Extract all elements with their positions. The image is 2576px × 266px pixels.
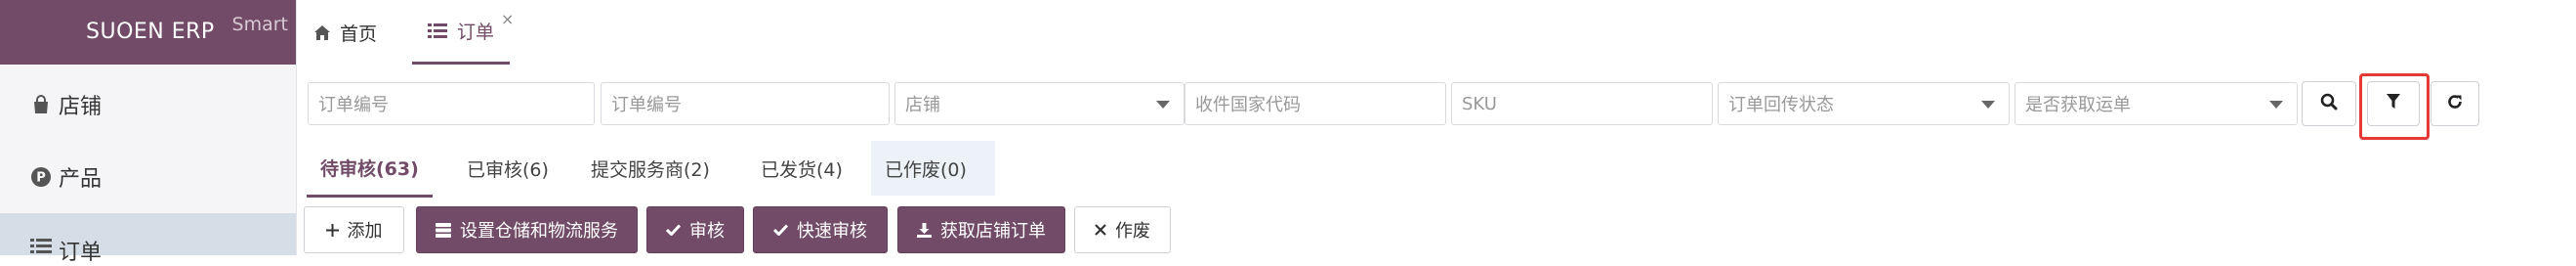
close-icon <box>1095 224 1106 236</box>
filter-button-highlight <box>2359 73 2430 140</box>
home-icon <box>314 24 330 40</box>
product-p-icon: P <box>29 165 53 189</box>
order-number-input-1[interactable]: 订单编号 <box>308 82 595 125</box>
sidebar-item-store[interactable]: 店铺 <box>0 68 296 141</box>
field-placeholder: 是否获取运单 <box>2025 95 2131 115</box>
tab-label: 首页 <box>340 22 378 45</box>
search-icon <box>2320 93 2338 114</box>
refresh-icon <box>2446 93 2464 114</box>
fetch-store-orders-button[interactable]: 获取店铺订单 <box>897 206 1065 253</box>
field-placeholder: 收件国家代码 <box>1195 95 1301 115</box>
brand-name: SUOEN ERP <box>86 20 215 44</box>
plus-icon <box>325 223 339 237</box>
field-placeholder: 店铺 <box>905 95 940 115</box>
quick-review-button[interactable]: 快速审核 <box>753 206 888 253</box>
tab-shipped[interactable]: 已发货(4) <box>747 141 856 196</box>
top-tab-bar: 首页 订单 × <box>297 0 2576 68</box>
list-icon <box>29 235 53 258</box>
tab-voided[interactable]: 已作废(0) <box>871 141 995 196</box>
sidebar: SUOEN ERP Smart 店铺 P 产品 订单 <box>0 0 297 265</box>
sidebar-item-label: 店铺 <box>59 95 103 119</box>
refresh-button[interactable] <box>2431 81 2479 126</box>
download-icon <box>917 222 932 238</box>
review-button[interactable]: 审核 <box>646 206 744 253</box>
check-icon <box>773 224 788 236</box>
sidebar-item-label: 产品 <box>59 167 103 192</box>
order-number-input-2[interactable]: 订单编号 <box>601 82 890 125</box>
check-icon <box>666 224 681 236</box>
field-placeholder: SKU <box>1462 93 1497 114</box>
set-warehouse-logistics-button[interactable]: 设置仓储和物流服务 <box>416 206 638 253</box>
list-icon <box>428 22 447 40</box>
chevron-down-icon <box>1981 101 1995 109</box>
tab-submitted-provider[interactable]: 提交服务商(2) <box>577 141 724 196</box>
search-button[interactable] <box>2302 81 2356 126</box>
callback-status-select[interactable]: 订单回传状态 <box>1718 82 2010 125</box>
brand-header: SUOEN ERP Smart <box>0 0 296 65</box>
sidebar-item-product[interactable]: P 产品 <box>0 141 296 213</box>
button-label: 添加 <box>347 221 383 242</box>
button-label: 审核 <box>689 221 725 242</box>
status-tab-bar: 待审核(63) 已审核(6) 提交服务商(2) 已发货(4) 已作废(0) <box>297 141 2576 198</box>
void-button[interactable]: 作废 <box>1074 206 1171 253</box>
sidebar-item-label: 订单 <box>59 241 103 265</box>
filter-bar: 订单编号 订单编号 店铺 收件国家代码 SKU 订单回传状态 是否获取运单 <box>297 66 2576 142</box>
chevron-down-icon <box>2269 101 2283 109</box>
field-placeholder: 订单回传状态 <box>1728 95 1834 115</box>
sidebar-item-order[interactable]: 订单 <box>0 213 296 265</box>
tab-home[interactable]: 首页 <box>314 0 377 65</box>
list-icon <box>436 222 451 238</box>
brand-badge: Smart <box>231 14 288 35</box>
button-label: 获取店铺订单 <box>940 221 1046 242</box>
store-select[interactable]: 店铺 <box>894 82 1184 125</box>
svg-text:P: P <box>36 171 46 186</box>
add-button[interactable]: 添加 <box>304 206 404 253</box>
chevron-down-icon <box>1156 101 1170 109</box>
field-placeholder: 订单编号 <box>318 95 389 115</box>
country-code-input[interactable]: 收件国家代码 <box>1184 82 1446 125</box>
button-label: 快速审核 <box>797 221 867 242</box>
sku-input[interactable]: SKU <box>1451 82 1713 125</box>
field-placeholder: 订单编号 <box>611 95 682 115</box>
waybill-status-select[interactable]: 是否获取运单 <box>2015 82 2298 125</box>
tab-pending-review[interactable]: 待审核(63) <box>307 141 433 198</box>
action-toolbar: 添加 设置仓储和物流服务 审核 快速审核 获取店铺订单 作废 <box>297 203 2576 255</box>
tab-label: 订单 <box>457 22 495 43</box>
tab-reviewed[interactable]: 已审核(6) <box>453 141 562 196</box>
shopping-bag-icon <box>29 93 53 116</box>
button-label: 作废 <box>1115 221 1150 242</box>
tab-close-icon[interactable]: × <box>501 10 514 28</box>
tab-orders[interactable]: 订单 <box>412 0 511 65</box>
button-label: 设置仓储和物流服务 <box>460 221 618 242</box>
